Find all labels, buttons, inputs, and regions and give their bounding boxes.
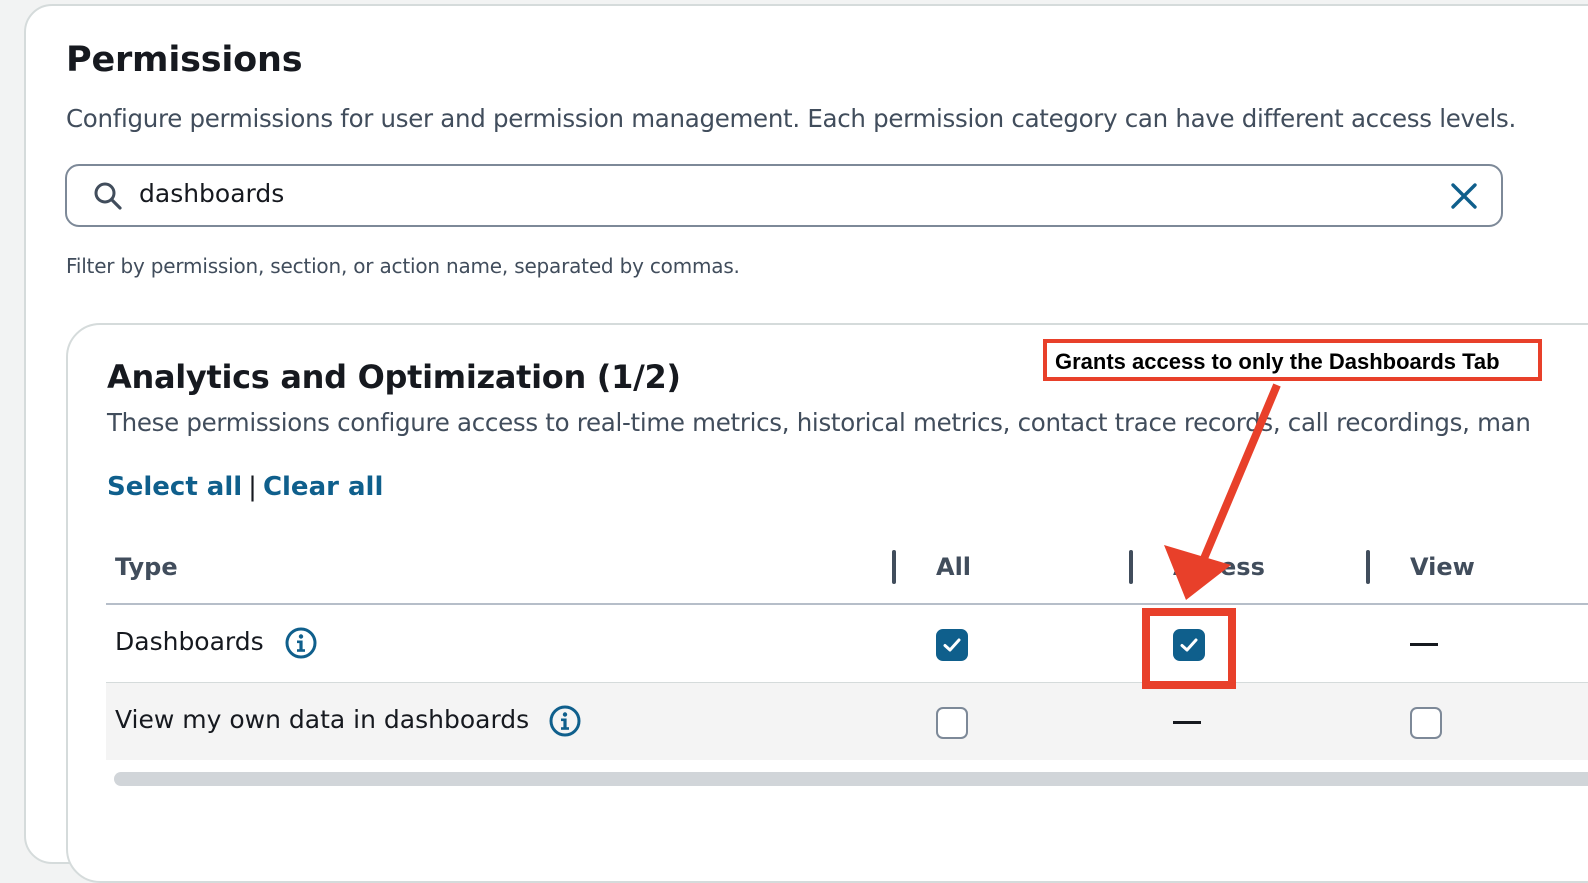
section-description: These permissions configure access to re… (107, 408, 1531, 437)
annotation-highlight-box (1142, 608, 1236, 689)
clear-all-link[interactable]: Clear all (263, 472, 383, 502)
selection-links: Select all | Clear all (107, 472, 383, 502)
view-own-data-view-checkbox[interactable] (1410, 707, 1442, 739)
info-icon[interactable] (548, 704, 582, 738)
page-title: Permissions (66, 40, 303, 80)
search-input[interactable] (139, 179, 1419, 208)
table-row: View my own data in dashboards (106, 683, 1588, 760)
row-label-dashboards: Dashboards (115, 627, 264, 656)
close-icon[interactable] (1447, 179, 1481, 213)
dashboards-all-checkbox[interactable] (936, 629, 968, 661)
column-divider[interactable] (1129, 550, 1133, 584)
column-header-type[interactable]: Type (115, 553, 178, 581)
view-own-data-all-checkbox[interactable] (936, 707, 968, 739)
column-header-view[interactable]: View (1410, 553, 1475, 581)
page-description: Configure permissions for user and permi… (66, 104, 1516, 133)
checkmark-icon (943, 638, 961, 652)
info-icon[interactable] (284, 626, 318, 660)
search-field[interactable] (65, 164, 1503, 227)
annotation-text: Grants access to only the Dashboards Tab (1055, 349, 1500, 374)
not-applicable-dash (1410, 643, 1438, 646)
section-title: Analytics and Optimization (1/2) (107, 358, 681, 396)
row-label-view-own-data: View my own data in dashboards (115, 705, 530, 734)
not-applicable-dash (1173, 721, 1201, 724)
column-divider[interactable] (1366, 550, 1370, 584)
search-icon (94, 182, 122, 210)
column-header-all[interactable]: All (936, 553, 971, 581)
link-separator: | (248, 472, 257, 502)
annotation-callout: Grants access to only the Dashboards Tab (1043, 339, 1542, 381)
column-header-access[interactable]: Access (1173, 553, 1265, 581)
horizontal-scrollbar[interactable] (114, 772, 1588, 786)
select-all-link[interactable]: Select all (107, 472, 242, 502)
table-row: Dashboards (106, 605, 1588, 682)
column-divider[interactable] (892, 550, 896, 584)
search-hint: Filter by permission, section, or action… (66, 254, 740, 278)
